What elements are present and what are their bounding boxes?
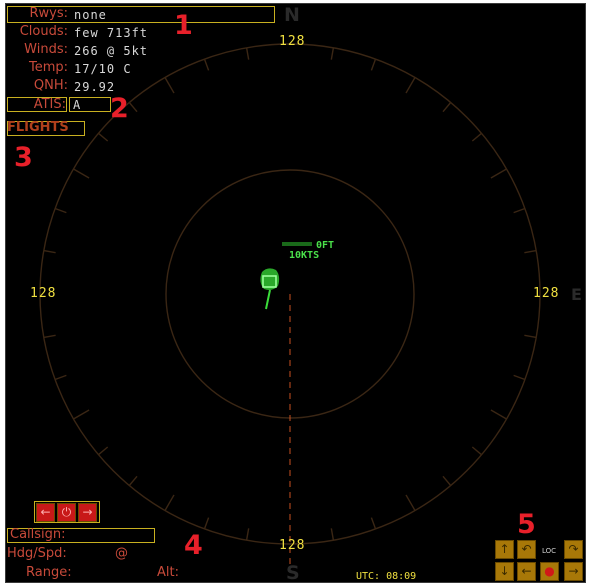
compass-tick xyxy=(73,409,90,420)
compass-tick xyxy=(54,374,67,381)
utc-clock: UTC: 08:09 xyxy=(356,571,417,582)
compass-tick xyxy=(43,334,56,339)
power-button[interactable]: ⏻ xyxy=(57,503,76,522)
target-tag-shadow xyxy=(282,242,312,246)
compass-tick xyxy=(471,446,482,456)
compass-tick xyxy=(442,102,452,113)
marker-1: 1 xyxy=(174,10,193,41)
undo-button[interactable]: ↶ xyxy=(517,540,536,559)
callsign-label: Callsign: xyxy=(10,527,66,542)
compass-tick xyxy=(524,249,537,254)
alt-label: Alt: xyxy=(157,565,179,580)
qnh-value: 29.92 xyxy=(74,80,116,94)
range-label-top: 128 xyxy=(279,34,306,49)
range-label: Range: xyxy=(26,565,72,580)
right-button[interactable]: → xyxy=(564,562,583,581)
compass-north: N xyxy=(284,4,300,26)
left-button[interactable]: ← xyxy=(517,562,536,581)
clouds-label: Clouds: xyxy=(19,24,68,39)
temp-value: 17/10 C xyxy=(74,62,132,76)
compass-tick xyxy=(442,475,452,486)
compass-tick xyxy=(245,47,250,60)
compass-tick xyxy=(128,475,138,486)
flights-label: FLIGHTS xyxy=(7,120,69,135)
compass-south: S xyxy=(286,562,300,583)
marker-5: 5 xyxy=(517,509,536,540)
compass-tick xyxy=(98,132,109,142)
compass-tick xyxy=(54,207,67,214)
rwys-value: none xyxy=(74,8,107,22)
atis-label: ATIS: xyxy=(33,97,66,112)
range-label-left: 128 xyxy=(30,286,57,301)
compass-tick xyxy=(128,102,138,113)
range-label-right: 128 xyxy=(533,286,560,301)
hdgspd-label: Hdg/Spd: xyxy=(7,546,67,561)
compass-tick xyxy=(203,58,210,71)
loc-label[interactable]: LOC xyxy=(542,547,556,555)
compass-tick xyxy=(98,446,109,456)
compass-tick xyxy=(43,249,56,254)
compass-tick xyxy=(330,47,335,60)
compass-tick xyxy=(524,334,537,339)
compass-tick xyxy=(164,77,175,94)
down-button[interactable]: ↓ xyxy=(495,562,514,581)
target-speed: 10KTS xyxy=(289,250,320,261)
marker-2: 2 xyxy=(110,93,129,124)
compass-tick xyxy=(164,494,175,511)
winds-value: 266 @ 5kt xyxy=(74,44,149,58)
compass-tick xyxy=(513,207,526,214)
compass-tick xyxy=(405,494,416,511)
atis-value: A xyxy=(73,98,82,112)
rwys-label: Rwys: xyxy=(29,6,68,21)
compass-tick xyxy=(245,528,250,541)
compass-tick xyxy=(370,517,377,530)
compass-tick xyxy=(330,528,335,541)
nav-left-button[interactable]: ← xyxy=(36,503,55,522)
aircraft-target[interactable] xyxy=(260,268,280,310)
compass-tick xyxy=(73,168,90,179)
marker-4: 4 xyxy=(184,530,203,561)
record-button[interactable]: ● xyxy=(540,562,559,581)
range-label-bottom: 128 xyxy=(279,538,306,553)
turn-right-button[interactable]: ↷ xyxy=(564,540,583,559)
compass-tick xyxy=(370,58,377,71)
compass-east: E xyxy=(571,285,582,304)
qnh-label: QNH: xyxy=(33,78,68,93)
compass-tick xyxy=(490,409,507,420)
compass-tick xyxy=(513,374,526,381)
marker-3: 3 xyxy=(14,142,33,173)
radar-scope[interactable]: Rwys: none Clouds: few 713ft Winds: 266 … xyxy=(5,3,586,583)
hdgspd-separator: @ xyxy=(115,546,128,561)
nav-right-button[interactable]: → xyxy=(78,503,97,522)
up-button[interactable]: ↑ xyxy=(495,540,514,559)
compass-tick xyxy=(405,77,416,94)
winds-label: Winds: xyxy=(24,42,68,57)
compass-tick xyxy=(490,168,507,179)
temp-label: Temp: xyxy=(28,60,68,75)
clouds-value: few 713ft xyxy=(74,26,149,40)
compass-tick xyxy=(203,517,210,530)
compass-tick xyxy=(471,132,482,142)
